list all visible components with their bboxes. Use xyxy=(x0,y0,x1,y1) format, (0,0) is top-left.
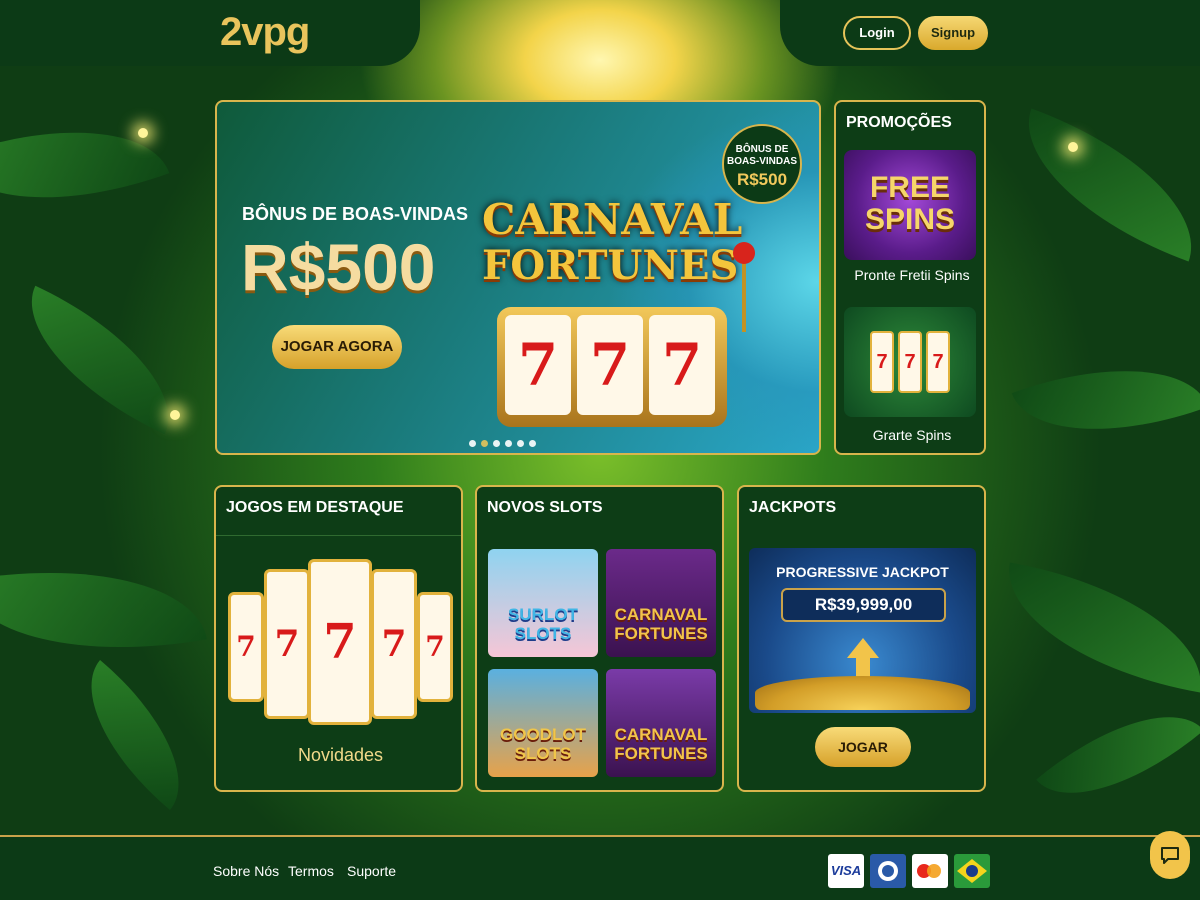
top-header: 2vpg Login Signup xyxy=(0,0,1200,66)
jackpots-title: JACKPOTS xyxy=(749,499,837,516)
free-spins-art: FREE SPINS xyxy=(864,171,956,236)
chat-bubble-icon xyxy=(1161,847,1179,864)
game-title-line1: CARNAVAL xyxy=(482,195,743,244)
badge-amount: R$500 xyxy=(736,170,788,189)
slot-reel: 7 xyxy=(577,315,643,415)
badge-text: BÔNUS DE BOAS-VINDAS xyxy=(726,144,797,167)
promo-label[interactable]: Pronte Fretii Spins xyxy=(836,267,984,283)
arrow-up-icon xyxy=(847,638,879,658)
play-now-button[interactable]: JOGAR AGORA xyxy=(272,325,402,369)
footer-link-terms[interactable]: Termos xyxy=(288,863,334,879)
slot-lever-ball xyxy=(733,242,755,264)
login-button[interactable]: Login xyxy=(843,16,911,50)
gold-coins-illustration xyxy=(755,676,970,710)
carousel-dots xyxy=(469,434,541,452)
hero-amount: R$500 xyxy=(241,230,436,304)
site-logo[interactable]: 2vpg xyxy=(220,10,310,55)
promo-spins-card[interactable]: 7 7 7 xyxy=(844,307,976,417)
welcome-bonus-badge: BÔNUS DE BOAS-VINDAS R$500 xyxy=(722,124,802,204)
jackpot-amount: R$39,999,00 xyxy=(781,588,946,622)
carousel-dot[interactable] xyxy=(529,440,536,447)
new-slots-panel: NOVOS SLOTS SURLOT SLOTS CARNAVAL FORTUN… xyxy=(475,485,724,792)
play-jackpot-button[interactable]: JOGAR xyxy=(815,727,911,767)
game-tile[interactable]: CARNAVAL FORTUNES xyxy=(606,669,716,777)
featured-slot-illustration[interactable]: 7 7 7 7 7 xyxy=(228,559,453,725)
mini-reel: 7 xyxy=(870,331,894,393)
slot-reel: 7 xyxy=(264,569,310,719)
featured-games-panel: JOGOS EM DESTAQUE 7 7 7 7 7 Novidades xyxy=(214,485,463,792)
game-tile[interactable]: GOODLOT SLOTS xyxy=(488,669,598,777)
signup-button[interactable]: Signup xyxy=(918,16,988,50)
carousel-dot-active[interactable] xyxy=(481,440,488,447)
featured-label[interactable]: Novidades xyxy=(216,745,461,766)
carousel-dot[interactable] xyxy=(505,440,512,447)
progressive-jackpot-card: PROGRESSIVE JACKPOT R$39,999,00 xyxy=(749,548,976,713)
promotions-panel: PROMOÇÕES FREE SPINS Pronte Fretii Spins… xyxy=(834,100,986,455)
slot-reel: 7 xyxy=(308,559,372,725)
slot-reel: 7 xyxy=(505,315,571,415)
footer: Sobre Nós Termos Suporte VISA xyxy=(0,835,1200,900)
slot-reel: 7 xyxy=(649,315,715,415)
footer-link-about[interactable]: Sobre Nós xyxy=(213,863,279,879)
promo-label[interactable]: Grarte Spins xyxy=(836,427,984,443)
mini-reel: 7 xyxy=(926,331,950,393)
chat-support-button[interactable] xyxy=(1150,831,1190,879)
promo-free-spins-card[interactable]: FREE SPINS xyxy=(844,150,976,260)
slot-machine-illustration: 7 7 7 xyxy=(497,307,727,427)
hero-subtitle: BÔNUS DE BOAS-VINDAS xyxy=(242,204,469,224)
slot-lever xyxy=(742,252,746,332)
brazil-flag-icon[interactable] xyxy=(954,854,990,888)
game-tile[interactable]: SURLOT SLOTS xyxy=(488,549,598,657)
slot-reel: 7 xyxy=(228,592,264,702)
mini-reel: 7 xyxy=(898,331,922,393)
diners-club-icon xyxy=(870,854,906,888)
featured-title: JOGOS EM DESTAQUE xyxy=(226,499,404,516)
carousel-dot[interactable] xyxy=(493,440,500,447)
game-logo: CARNAVAL FORTUNES xyxy=(482,195,743,289)
divider xyxy=(216,535,461,536)
game-tile[interactable]: CARNAVAL FORTUNES xyxy=(606,549,716,657)
mastercard-icon xyxy=(912,854,948,888)
mini-slot-illustration: 7 7 7 xyxy=(870,331,954,393)
game-title-line2: FORTUNES xyxy=(482,242,739,289)
hero-banner[interactable]: BÔNUS DE BOAS-VINDAS R$500 JOGAR AGORA C… xyxy=(215,100,821,455)
slot-reel: 7 xyxy=(371,569,417,719)
footer-link-support[interactable]: Suporte xyxy=(347,863,396,879)
promotions-title: PROMOÇÕES xyxy=(846,114,952,131)
visa-icon: VISA xyxy=(828,854,864,888)
jackpot-title: PROGRESSIVE JACKPOT xyxy=(776,564,949,580)
slot-reel: 7 xyxy=(417,592,453,702)
jackpots-panel: JACKPOTS PROGRESSIVE JACKPOT R$39,999,00… xyxy=(737,485,986,792)
carousel-dot[interactable] xyxy=(517,440,524,447)
carousel-dot[interactable] xyxy=(469,440,476,447)
new-slots-title: NOVOS SLOTS xyxy=(487,499,603,516)
